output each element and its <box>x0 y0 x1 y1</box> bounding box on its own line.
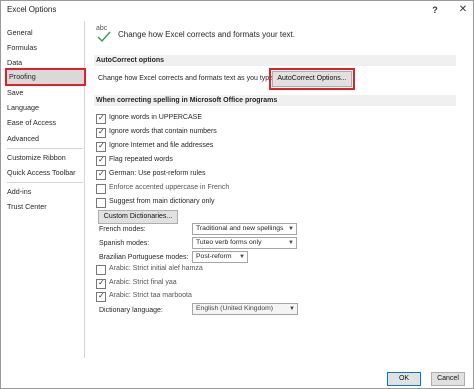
flag-repeated-words-checkbox[interactable]: ✓ <box>96 155 106 166</box>
check-icon: ✓ <box>98 278 105 287</box>
dialog-footer: OK Cancel <box>1 363 473 388</box>
arabic-final-yaa-checkbox[interactable]: ✓ <box>96 278 106 289</box>
arabic-taa-marboota-label: Arabic: Strict taa marboota <box>109 292 192 299</box>
arabic-final-yaa-label: Arabic: Strict final yaa <box>109 279 177 286</box>
ignore-numbers-label: Ignore words that contain numbers <box>109 128 217 135</box>
sidebar-item-advanced[interactable]: Advanced <box>7 132 39 146</box>
french-modes-select[interactable]: Traditional and new spellings ▼ <box>192 223 297 235</box>
sidebar-divider <box>7 148 83 149</box>
arabic-alef-hamza-label: Arabic: Strict initial alef hamza <box>109 265 203 272</box>
ignore-uppercase-label: Ignore words in UPPERCASE <box>109 114 202 121</box>
ok-button[interactable]: OK <box>387 372 421 386</box>
ignore-uppercase-checkbox[interactable]: ✓ <box>96 113 106 124</box>
custom-dictionaries-button[interactable]: Custom Dictionaries... <box>98 210 178 224</box>
dictionary-language-label: Dictionary language: <box>99 307 163 314</box>
chevron-down-icon: ▼ <box>289 306 295 312</box>
check-icon: ✓ <box>98 291 105 300</box>
ignore-internet-addresses-checkbox[interactable]: ✓ <box>96 141 106 152</box>
page-description: Change how Excel corrects and formats yo… <box>118 30 295 39</box>
german-post-reform-label: German: Use post-reform rules <box>109 170 206 177</box>
brazilian-portuguese-modes-select[interactable]: Post-reform ▼ <box>192 251 248 263</box>
sidebar-divider <box>7 182 83 183</box>
excel-options-dialog: Excel Options ? ✕ General Formulas Data … <box>0 0 474 389</box>
chevron-down-icon: ▼ <box>288 226 294 232</box>
chevron-down-icon: ▼ <box>239 254 245 260</box>
suggest-main-dictionary-label: Suggest from main dictionary only <box>109 198 215 205</box>
title-bar: Excel Options ? ✕ <box>1 1 473 19</box>
sidebar-item-add-ins[interactable]: Add-ins <box>7 185 31 199</box>
dictionary-language-select[interactable]: English (United Kingdom) ▼ <box>192 303 298 315</box>
proofing-panel: abc Change how Excel corrects and format… <box>86 19 466 364</box>
chevron-down-icon: ▼ <box>288 240 294 246</box>
window-title: Excel Options <box>7 5 57 14</box>
autocorrect-section-header: AutoCorrect options <box>94 55 456 66</box>
sidebar-item-customize-ribbon[interactable]: Customize Ribbon <box>7 151 66 165</box>
sidebar-item-trust-center[interactable]: Trust Center <box>7 200 47 214</box>
close-button[interactable]: ✕ <box>456 3 470 17</box>
help-button[interactable]: ? <box>428 3 442 17</box>
arabic-taa-marboota-checkbox[interactable]: ✓ <box>96 291 106 302</box>
sidebar: General Formulas Data Proofing Save Lang… <box>4 21 86 358</box>
check-icon: ✓ <box>98 169 105 178</box>
sidebar-item-language[interactable]: Language <box>7 101 39 115</box>
check-icon: ✓ <box>98 155 105 164</box>
ignore-internet-addresses-label: Ignore Internet and file addresses <box>109 142 214 149</box>
spelling-check-icon: abc <box>96 25 112 43</box>
german-post-reform-checkbox[interactable]: ✓ <box>96 169 106 180</box>
check-icon: ✓ <box>98 127 105 136</box>
sidebar-item-proofing[interactable]: Proofing <box>5 68 86 86</box>
spelling-section-header: When correcting spelling in Microsoft Of… <box>94 95 456 106</box>
sidebar-item-ease-of-access[interactable]: Ease of Access <box>7 116 56 130</box>
french-accented-uppercase-label: Enforce accented uppercase in French <box>109 184 230 191</box>
french-modes-label: French modes: <box>99 226 146 233</box>
flag-repeated-words-label: Flag repeated words <box>109 156 173 163</box>
brazilian-portuguese-modes-label: Brazilian Portuguese modes: <box>99 254 189 261</box>
autocorrect-options-button[interactable]: AutoCorrect Options... <box>269 68 355 90</box>
suggest-main-dictionary-checkbox[interactable] <box>96 198 106 208</box>
sidebar-item-save[interactable]: Save <box>7 86 23 100</box>
ignore-numbers-checkbox[interactable]: ✓ <box>96 127 106 138</box>
sidebar-item-general[interactable]: General <box>7 26 33 40</box>
check-icon: ✓ <box>98 113 105 122</box>
check-icon: ✓ <box>98 141 105 150</box>
autocorrect-description: Change how Excel corrects and formats te… <box>98 75 276 82</box>
sidebar-item-formulas[interactable]: Formulas <box>7 41 37 55</box>
spanish-modes-select[interactable]: Tuteo verb forms only ▼ <box>192 237 297 249</box>
cancel-button[interactable]: Cancel <box>431 372 465 386</box>
spanish-modes-label: Spanish modes: <box>99 240 150 247</box>
sidebar-item-quick-access-toolbar[interactable]: Quick Access Toolbar <box>7 166 76 180</box>
arabic-alef-hamza-checkbox[interactable] <box>96 265 106 275</box>
french-accented-uppercase-checkbox[interactable] <box>96 184 106 194</box>
